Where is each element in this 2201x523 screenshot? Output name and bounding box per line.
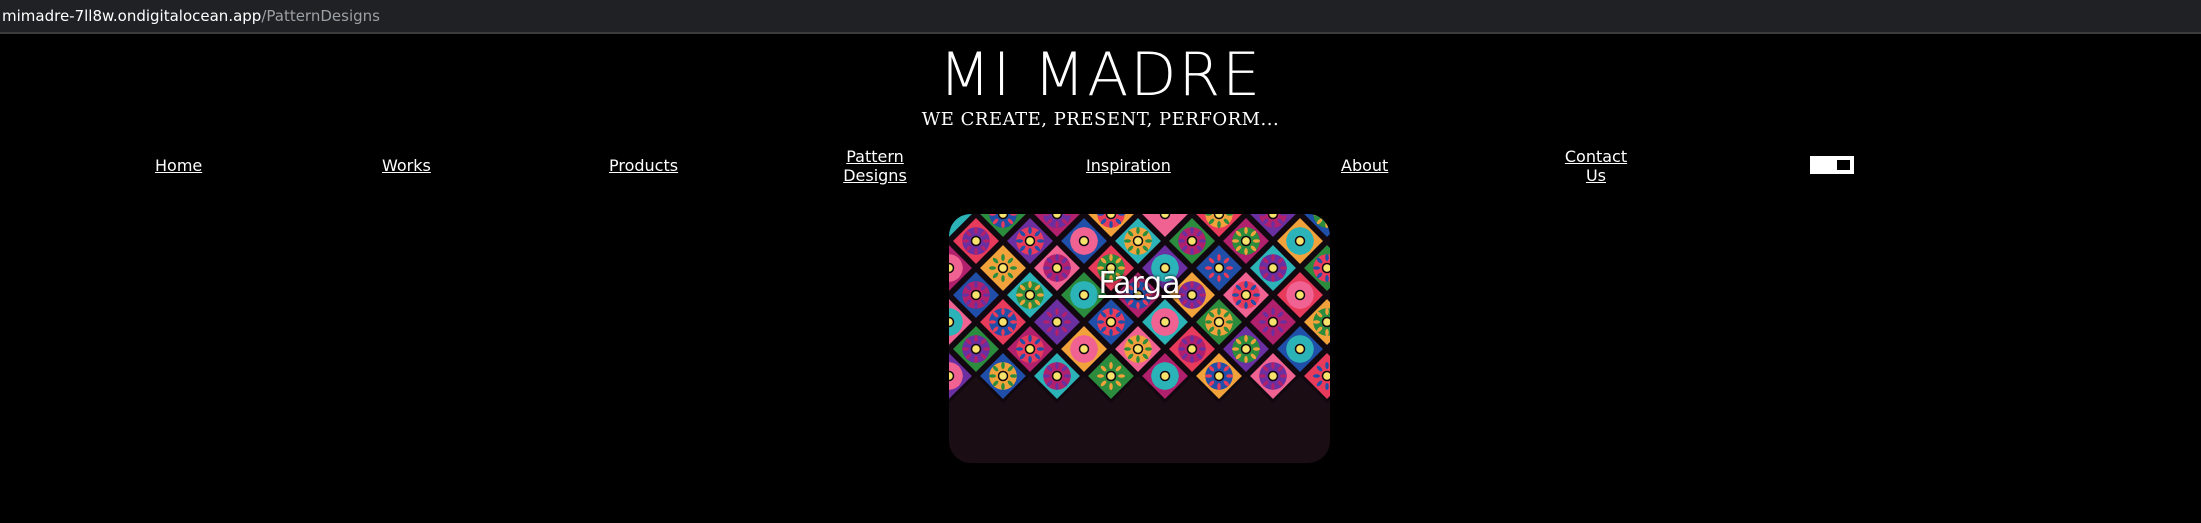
nav-works[interactable]: Works	[382, 156, 431, 175]
url-path: /PatternDesigns	[261, 7, 380, 25]
url-text[interactable]: mimadre-7ll8w.ondigitalocean.app/Pattern…	[2, 0, 380, 32]
nav-home[interactable]: Home	[155, 156, 202, 175]
nav-contact-us[interactable]: Contact Us	[1556, 147, 1636, 185]
url-domain: mimadre-7ll8w.ondigitalocean.app	[2, 7, 262, 25]
nav-contact-line1: Contact	[1564, 147, 1628, 166]
nav-pattern-line1: Pattern	[846, 147, 904, 166]
nav-pattern-designs[interactable]: Pattern Designs	[835, 147, 915, 185]
site-tagline: WE CREATE, PRESENT, PERFORM...	[921, 109, 1280, 130]
pattern-card-label[interactable]: Farga	[949, 266, 1330, 301]
theme-toggle[interactable]	[1810, 156, 1854, 174]
nav-products[interactable]: Products	[609, 156, 678, 175]
nav-inspiration[interactable]: Inspiration	[1086, 156, 1171, 175]
nav-contact-line2: Us	[1585, 166, 1607, 185]
site-title: MI MADRE	[938, 40, 1263, 110]
theme-toggle-knob	[1837, 160, 1850, 170]
nav-pattern-line2: Designs	[843, 166, 907, 185]
nav-about[interactable]: About	[1341, 156, 1388, 175]
pattern-card-farga[interactable]: Farga	[949, 214, 1330, 463]
address-bar[interactable]: mimadre-7ll8w.ondigitalocean.app/Pattern…	[0, 0, 2201, 34]
mandala-tile-pattern-image	[949, 214, 1330, 463]
